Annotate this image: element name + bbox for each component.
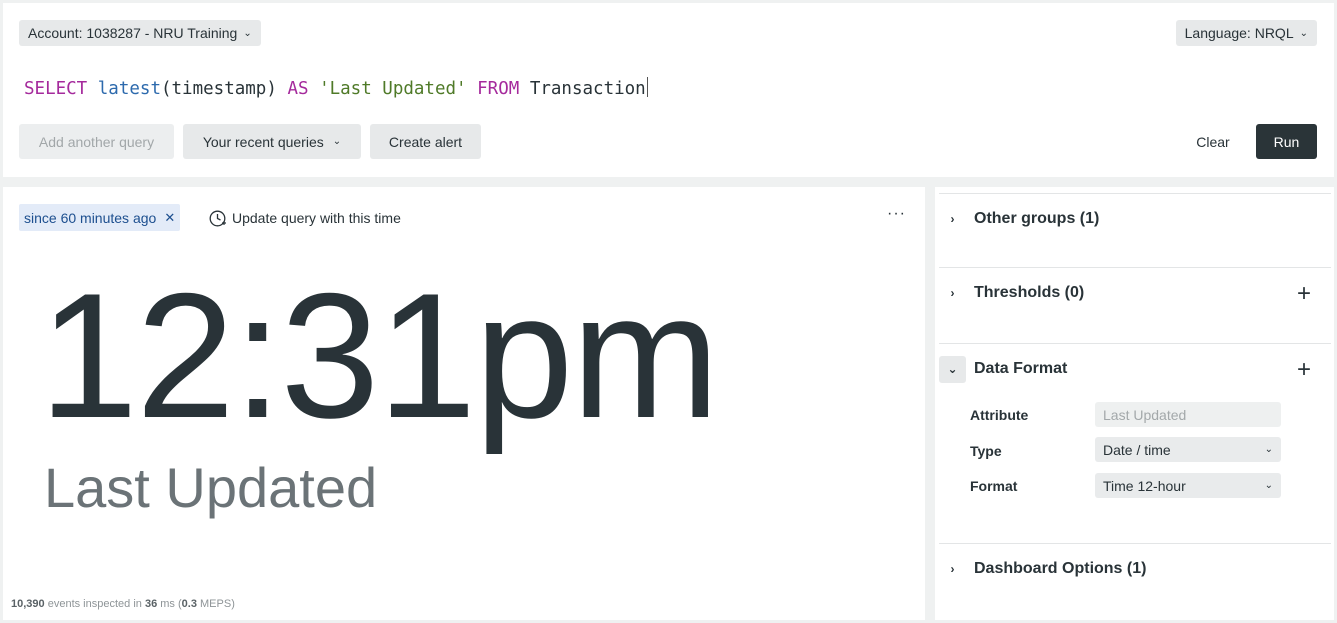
clear-button-label: Clear — [1196, 133, 1230, 150]
stats-meps-text: MEPS) — [200, 598, 235, 610]
query-alias: 'Last Updated' — [319, 79, 467, 99]
update-time-label: Update query with this time — [232, 210, 401, 226]
clock-icon — [209, 210, 226, 226]
type-label: Type — [970, 443, 1002, 459]
stats-ms-text: ms ( — [160, 598, 182, 610]
time-range-chip[interactable]: since 60 minutes ago ✕ — [19, 204, 181, 231]
chevron-right-icon: › — [950, 286, 955, 300]
account-selector[interactable]: Account: 1038287 - NRU Training ⌄ — [19, 20, 261, 46]
text-caret — [646, 77, 648, 97]
query-stats: 10,390 events inspected in 36 ms (0.3 ME… — [11, 598, 235, 610]
chevron-down-icon: ⌄ — [243, 27, 252, 39]
thresholds-header[interactable]: › Thresholds (0) — [939, 279, 1085, 307]
section-thresholds: › Thresholds (0) + — [939, 267, 1331, 343]
chevron-down-icon: ⌄ — [1264, 480, 1273, 491]
attribute-field-value: Last Updated — [1103, 406, 1187, 423]
billboard-value: 12:31pm — [39, 256, 720, 455]
data-format-header[interactable]: ⌄ Data Format — [939, 355, 1067, 383]
close-icon[interactable]: ✕ — [164, 210, 175, 226]
dashboard-options-title: Dashboard Options (1) — [974, 560, 1147, 577]
run-button-label: Run — [1273, 133, 1300, 150]
query-table: Transaction — [529, 79, 646, 99]
format-select[interactable]: Time 12-hour ⌄ — [1095, 473, 1281, 498]
chevron-down-icon: ⌄ — [1264, 444, 1273, 455]
section-dashboard-options: › Dashboard Options (1) — [939, 543, 1331, 620]
language-selector-label: Language: NRQL — [1184, 25, 1294, 41]
section-other-groups: › Other groups (1) — [939, 193, 1331, 267]
plus-icon[interactable]: + — [1297, 358, 1311, 382]
chevron-down-icon: ⌄ — [1299, 27, 1308, 39]
language-selector[interactable]: Language: NRQL ⌄ — [1175, 20, 1317, 46]
run-button[interactable]: Run — [1256, 124, 1317, 159]
attribute-label: Attribute — [970, 407, 1029, 423]
dashboard-options-header[interactable]: › Dashboard Options (1) — [939, 555, 1147, 583]
stats-meps: 0.3 — [181, 598, 197, 610]
stats-ms: 36 — [144, 598, 158, 610]
plus-icon[interactable]: + — [1297, 282, 1311, 306]
chart-panel: since 60 minutes ago ✕ Update query with… — [3, 187, 925, 620]
clear-button[interactable]: Clear — [1181, 124, 1245, 159]
format-select-value: Time 12-hour — [1103, 477, 1186, 494]
query-function: latest — [97, 79, 161, 99]
stats-events-text: events inspected in — [47, 598, 142, 610]
section-data-format: ⌄ Data Format + Attribute Last Updated T… — [939, 343, 1331, 543]
thresholds-title: Thresholds (0) — [974, 284, 1085, 301]
settings-panel: › Other groups (1) › Thresholds (0) + ⌄ … — [935, 187, 1334, 620]
query-editor[interactable]: SELECT latest(timestamp) AS 'Last Update… — [24, 77, 648, 99]
type-select[interactable]: Date / time ⌄ — [1095, 437, 1281, 462]
stats-events: 10,390 — [11, 598, 45, 610]
account-selector-label: Account: 1038287 - NRU Training — [28, 25, 238, 41]
chevron-down-icon: ⌄ — [939, 355, 966, 383]
update-time-button[interactable]: Update query with this time — [208, 206, 401, 230]
chevron-right-icon: › — [950, 562, 955, 576]
query-from-keyword: FROM — [477, 79, 520, 99]
chevron-down-icon: ⌄ — [332, 136, 342, 147]
query-select-keyword: SELECT — [24, 79, 88, 99]
billboard-label: Last Updated — [44, 456, 378, 519]
add-query-button-label: Add another query — [38, 133, 155, 150]
add-query-button[interactable]: Add another query — [19, 124, 174, 159]
query-as-keyword: AS — [287, 79, 309, 99]
more-icon[interactable]: ··· — [887, 205, 906, 223]
create-alert-button[interactable]: Create alert — [370, 124, 481, 159]
recent-queries-button-label: Your recent queries — [202, 133, 324, 150]
other-groups-header[interactable]: › Other groups (1) — [939, 205, 1100, 233]
query-panel: Account: 1038287 - NRU Training ⌄ Langua… — [3, 3, 1334, 177]
other-groups-title: Other groups (1) — [974, 210, 1100, 227]
create-alert-button-label: Create alert — [388, 133, 463, 150]
format-label: Format — [970, 478, 1018, 494]
attribute-field[interactable]: Last Updated — [1095, 402, 1281, 427]
recent-queries-button[interactable]: Your recent queries ⌄ — [183, 124, 361, 159]
chevron-right-icon: › — [950, 212, 955, 226]
time-range-label: since 60 minutes ago — [24, 209, 157, 226]
query-args: (timestamp) — [160, 79, 277, 99]
data-format-title: Data Format — [974, 360, 1068, 377]
type-select-value: Date / time — [1103, 441, 1171, 458]
